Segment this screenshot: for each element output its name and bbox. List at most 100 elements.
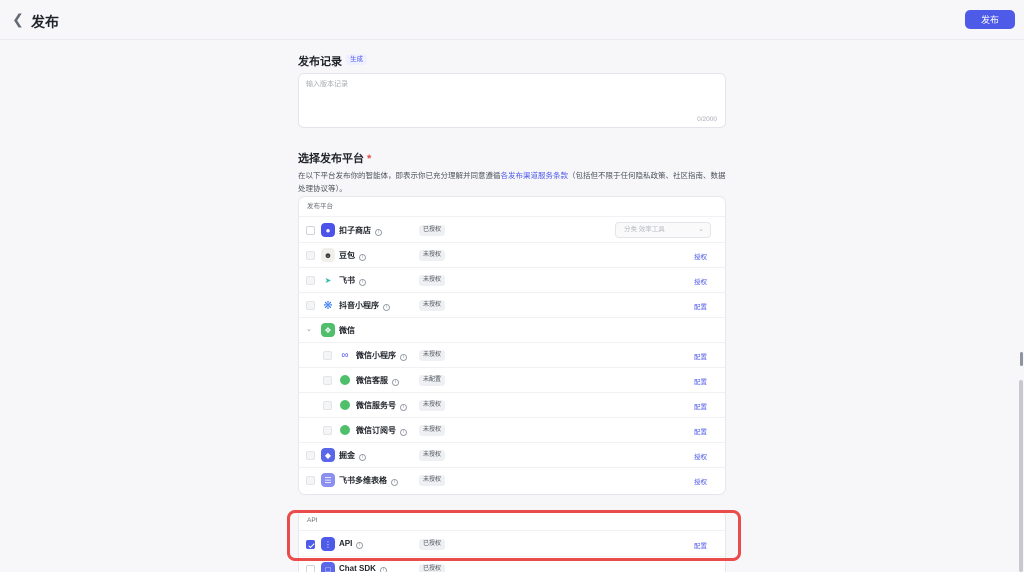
status-badge: 未授权	[419, 275, 446, 286]
checkbox-doubao[interactable]	[306, 251, 315, 260]
info-icon[interactable]: i	[379, 567, 387, 572]
checkbox-wechat-subscription[interactable]	[323, 426, 332, 435]
configure-link[interactable]: 配置	[694, 401, 707, 411]
checkbox-chat-sdk[interactable]	[306, 565, 315, 572]
desc-before: 在以下平台发布你的智能体，即表示你已充分理解并同意遵循	[298, 171, 501, 180]
platform-name: 掘金 i	[339, 450, 366, 461]
configure-link[interactable]: 配置	[694, 426, 707, 436]
chevron-down-icon[interactable]: ⌄	[306, 326, 314, 334]
char-counter: 0/2000	[697, 116, 717, 123]
info-icon[interactable]: i	[359, 454, 366, 461]
page-title: 发布	[31, 14, 59, 30]
checkbox-wechat-cs[interactable]	[323, 376, 332, 385]
platform-row-wechat-mini: ∞ 微信小程序 i 未授权 配置	[299, 343, 725, 368]
checkbox-api[interactable]	[306, 540, 315, 549]
checkbox-wechat-mini[interactable]	[323, 351, 332, 360]
info-icon[interactable]: i	[392, 379, 399, 386]
generate-button[interactable]: 生成	[346, 54, 367, 65]
authorize-link[interactable]: 授权	[694, 276, 707, 286]
platform-section-title: 选择发布平台 *	[298, 150, 371, 166]
platform-row-coze-store: ● 扣子商店 i 已授权 分类 效率工具 ⌄	[299, 218, 725, 243]
publish-button[interactable]: 发布	[965, 10, 1015, 29]
status-badge: 已授权	[419, 225, 446, 236]
platform-group-wechat[interactable]: ⌄ ❖ 微信	[299, 318, 725, 343]
authorize-link[interactable]: 授权	[694, 476, 707, 486]
platform-row-wechat-subscription: 微信订阅号 i 未授权 配置	[299, 418, 725, 443]
doubao-logo-icon: ☻	[321, 248, 335, 262]
status-badge: 未授权	[419, 250, 446, 261]
wechat-logo-icon: ❖	[321, 323, 335, 337]
wechat-cs-logo-icon	[340, 375, 350, 385]
scroll-marker	[1020, 352, 1023, 366]
platform-row-feishu: ➤ 飞书 i 未授权 授权	[299, 268, 725, 293]
platform-name: 飞书多维表格 i	[339, 475, 398, 486]
platform-row-juejin: ◆ 掘金 i 未授权 授权	[299, 443, 725, 468]
info-icon[interactable]: i	[375, 229, 382, 236]
required-mark: *	[367, 153, 372, 165]
platform-name: 微信客服 i	[356, 375, 399, 386]
chat-sdk-logo-icon: □	[321, 562, 335, 572]
checkbox-coze-store[interactable]	[306, 226, 315, 235]
platform-row-douyin-mini: ❋ 抖音小程序 i 未授权 配置	[299, 293, 725, 318]
status-badge: 未授权	[419, 300, 446, 311]
platform-name: 飞书 i	[339, 275, 366, 286]
feishu-logo-icon: ➤	[321, 273, 335, 287]
status-badge: 未授权	[419, 350, 446, 361]
info-icon[interactable]: i	[400, 354, 407, 361]
release-record-title: 发布记录	[298, 56, 342, 68]
api-list: API ⋮ API i 已授权 配置 □ Chat SDK i 已授权	[298, 510, 726, 572]
checkbox-juejin[interactable]	[306, 451, 315, 460]
douyin-mini-logo-icon: ❋	[321, 298, 335, 312]
info-icon[interactable]: i	[359, 279, 366, 286]
configure-link[interactable]: 配置	[694, 376, 707, 386]
info-icon[interactable]: i	[356, 542, 364, 549]
platform-row-wechat-cs: 微信客服 i 未配置 配置	[299, 368, 725, 393]
platform-description: 在以下平台发布你的智能体，即表示你已充分理解并同意遵循各发布渠道服务条款（包括但…	[298, 170, 728, 195]
status-badge: 未配置	[419, 375, 446, 386]
checkbox-feishu-bitable[interactable]	[306, 476, 315, 485]
platform-row-doubao: ☻ 豆包 i 未授权 授权	[299, 243, 725, 268]
authorize-link[interactable]: 授权	[694, 451, 707, 461]
wechat-subscription-logo-icon	[340, 425, 350, 435]
wechat-service-logo-icon	[340, 400, 350, 410]
status-badge: 未授权	[419, 450, 446, 461]
status-badge: 已授权	[419, 564, 446, 572]
category-select[interactable]: 分类 效率工具 ⌄	[615, 222, 711, 238]
release-record-input[interactable]	[299, 74, 725, 127]
info-icon[interactable]: i	[383, 304, 390, 311]
platform-name: 扣子商店 i	[339, 225, 382, 236]
info-icon[interactable]: i	[400, 404, 407, 411]
checkbox-feishu[interactable]	[306, 276, 315, 285]
checkbox-wechat-service[interactable]	[323, 401, 332, 410]
back-arrow-icon[interactable]: ❮	[10, 11, 26, 27]
platform-name: 微信订阅号 i	[356, 425, 407, 436]
platform-row-api: ⋮ API i 已授权 配置	[299, 532, 725, 557]
api-list-header: API	[299, 511, 725, 531]
platform-name: 微信小程序 i	[356, 350, 407, 361]
platform-title-text: 选择发布平台	[298, 153, 364, 165]
platform-row-feishu-bitable: ☰ 飞书多维表格 i 未授权 授权	[299, 468, 725, 493]
checkbox-douyin-mini[interactable]	[306, 301, 315, 310]
platform-row-chat-sdk: □ Chat SDK i 已授权	[299, 557, 725, 572]
configure-link[interactable]: 配置	[694, 351, 707, 361]
top-bar: ❮ 发布 发布	[0, 0, 1024, 40]
platform-name: 微信服务号 i	[356, 400, 407, 411]
platform-name: 豆包 i	[339, 250, 366, 261]
configure-link[interactable]: 配置	[694, 540, 707, 550]
authorize-link[interactable]: 授权	[694, 251, 707, 261]
platform-name: Chat SDK i	[339, 564, 387, 572]
info-icon[interactable]: i	[391, 479, 398, 486]
terms-link[interactable]: 各发布渠道服务条款	[501, 171, 569, 180]
feishu-bitable-logo-icon: ☰	[321, 473, 335, 487]
platform-list: 发布平台 ● 扣子商店 i 已授权 分类 效率工具 ⌄ ☻ 豆包 i 未授权 授权 ➤…	[298, 196, 726, 495]
status-badge: 未授权	[419, 425, 446, 436]
status-badge: 未授权	[419, 400, 446, 411]
platform-row-wechat-service: 微信服务号 i 未授权 配置	[299, 393, 725, 418]
configure-link[interactable]: 配置	[694, 301, 707, 311]
platform-name: 微信	[339, 326, 355, 335]
info-icon[interactable]: i	[359, 254, 366, 261]
platform-name: 抖音小程序 i	[339, 300, 390, 311]
scrollbar[interactable]	[1019, 380, 1023, 572]
status-badge: 已授权	[419, 539, 446, 550]
info-icon[interactable]: i	[400, 429, 407, 436]
